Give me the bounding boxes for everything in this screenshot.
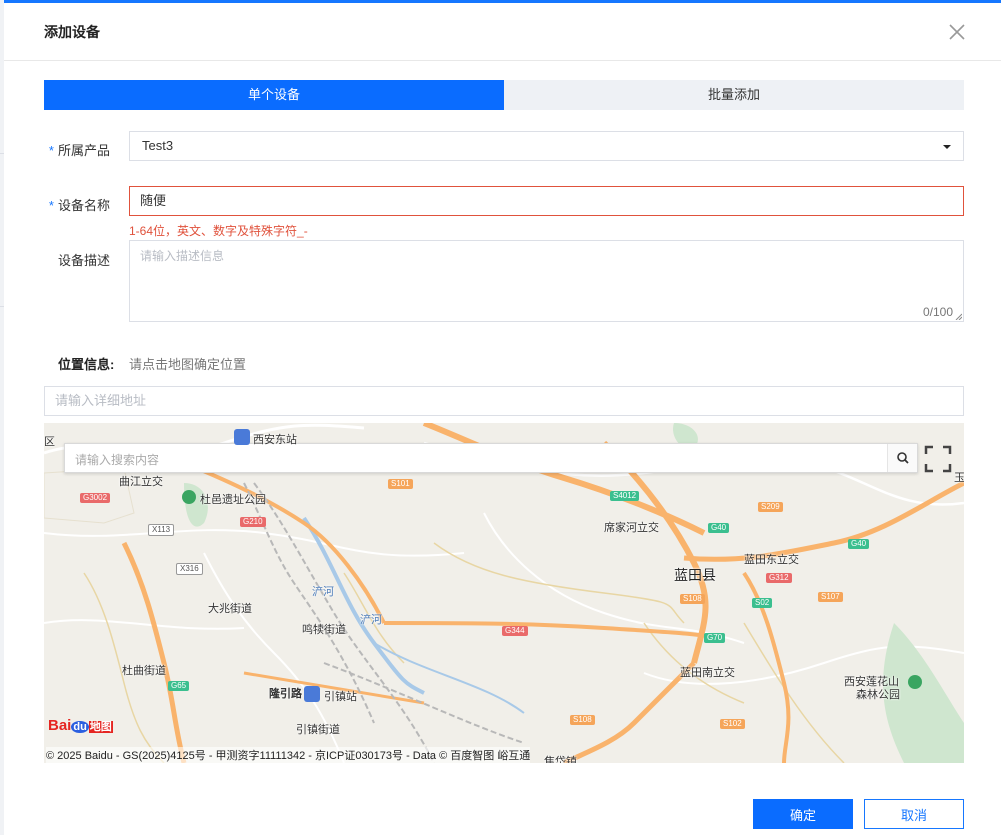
required-mark: * [48,143,54,158]
fullscreen-icon[interactable] [924,445,952,473]
device-name-error: 1-64位，英文、数字及特殊字符_- [129,224,308,238]
map-place-label: 区 [44,436,55,448]
search-icon [897,452,909,464]
road-badge: S101 [388,479,413,489]
caret-down-icon [943,145,951,149]
road-badge: G210 [240,517,266,527]
location-label: 位置信息: [58,357,115,372]
tab-single-device[interactable]: 单个设备 [44,80,504,110]
road-badge: G40 [848,539,870,549]
device-name-input[interactable]: 随便 [129,186,964,216]
resize-handle-icon[interactable] [955,313,962,320]
dialog-title: 添加设备 [44,24,100,40]
map-place-label: 曲江立交 [119,476,163,488]
address-input[interactable]: 请输入详细地址 [44,386,964,416]
map-place-label: 杜邑遗址公园 [200,494,266,506]
product-label: * 所属产品 [48,143,110,158]
road-badge: X316 [176,563,203,575]
confirm-button[interactable]: 确定 [753,799,853,829]
description-textarea[interactable]: 请输入描述信息 0/100 [129,240,964,322]
dialog-header: 添加设备 [4,3,1001,61]
map-place-label: 隆引路 [269,688,302,700]
map-view[interactable]: 请输入搜索内容 西安东站 区 玉 曲江立交 杜邑遗址公园 席家河立交 蓝田东立交… [44,423,964,763]
map-search-button[interactable] [887,444,917,472]
product-select[interactable]: Test3 [129,131,964,161]
road-badge: G3002 [80,493,111,503]
close-icon[interactable] [944,19,970,45]
map-place-label: 引镇站 [324,691,357,703]
map-place-label: 玉 [954,472,964,484]
map-copyright: © 2025 Baidu - GS(2025)4125号 - 甲测资字11111… [46,747,531,763]
map-place-label: 森林公园 [856,689,900,701]
map-place-label: 席家河立交 [604,522,659,534]
road-badge: G70 [704,633,726,643]
road-badge: S108 [680,594,705,604]
road-badge: G65 [168,681,190,691]
park-icon [908,675,922,689]
mode-tabs: 单个设备 批量添加 [44,80,964,110]
device-name-label: * 设备名称 [48,198,110,213]
required-mark: * [48,198,54,213]
map-place-label: 西安东站 [253,434,297,446]
map-place-label: 蓝田县 [674,567,716,583]
map-place-label: 鸣犊街道 [302,624,346,636]
road-badge: S4012 [610,491,640,501]
road-badge: S02 [752,598,773,608]
road-badge: S108 [570,715,595,725]
add-device-dialog: 添加设备 单个设备 批量添加 * 所属产品 Test3 * 设备名称 随便 1-64… [4,0,1001,835]
map-place-label: 大兆街道 [208,603,252,615]
train-station-icon [304,686,320,702]
map-place-label: 蓝田东立交 [744,554,799,566]
map-place-label: 焦岱镇 [544,756,577,763]
park-icon [182,490,196,504]
road-badge: S107 [818,592,843,602]
map-place-label: 浐河 [360,614,382,626]
char-counter: 0/100 [922,305,953,319]
location-hint: 请点击地图确定位置 [129,357,247,372]
product-select-value: Test3 [142,138,174,153]
map-place-label: 杜曲街道 [122,665,166,677]
cancel-button[interactable]: 取消 [864,799,964,829]
description-label: 设备描述 [57,253,110,268]
tab-batch-add[interactable]: 批量添加 [504,80,964,110]
description-placeholder: 请输入描述信息 [140,249,225,263]
road-badge: G344 [502,626,528,636]
road-badge: G312 [766,573,792,583]
train-station-icon [234,429,250,445]
map-place-label: 引镇街道 [296,724,340,736]
map-search-placeholder: 请输入搜索内容 [75,453,160,467]
road-badge: X113 [148,524,175,536]
baidu-map-logo: Bai du 地图 [48,717,113,734]
road-badge: G40 [708,523,730,533]
map-place-label: 蓝田南立交 [680,667,735,679]
road-badge: S209 [758,502,783,512]
map-place-label: 浐河 [312,586,334,598]
map-search-bar[interactable]: 请输入搜索内容 [64,443,918,473]
road-badge: S102 [720,719,745,729]
